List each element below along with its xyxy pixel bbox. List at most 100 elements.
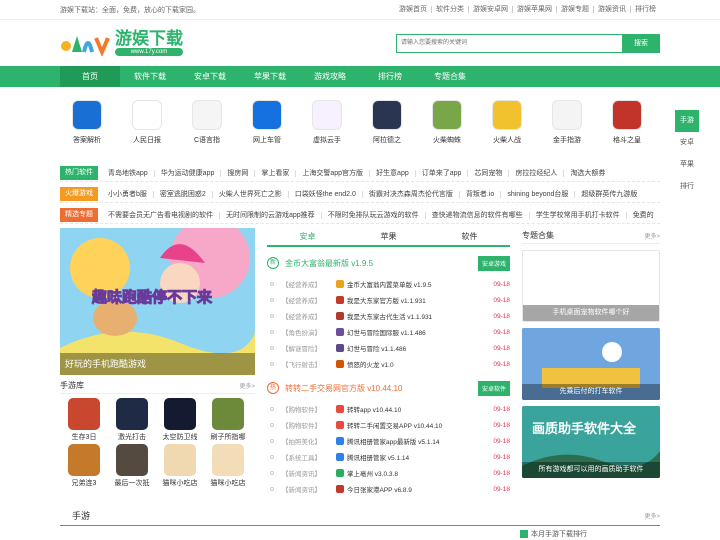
featured-title[interactable]: 金币大富翁最新版 v1.9.5 [285,258,373,269]
nav-item[interactable]: 游戏攻略 [300,66,360,87]
tag-link[interactable]: 口袋妖怪the end2.0 [287,190,362,198]
update-row[interactable]: 【飞行射击】 愤怒的火龙 v1.0 09-18 [267,356,510,372]
game-item[interactable]: 太空防卫线 [156,398,204,442]
app-item[interactable]: 阿拉德之 [357,97,417,161]
row-name[interactable]: 转转二手闲置交易APP v10.44.10 [347,420,493,430]
tag-link[interactable]: 街霸对决杰森周杰伦代言版 [361,190,459,198]
app-item[interactable]: C语言指 [177,97,237,161]
row-name[interactable]: 掌上亳州 v3.0.3.8 [347,468,493,478]
row-name[interactable]: 转转app v10.44.10 [347,404,493,414]
tag-link[interactable]: 淘选大额券 [563,169,611,177]
topics-more[interactable]: 更多> [644,231,660,240]
search-button[interactable]: 搜索 [622,33,660,53]
game-item[interactable]: 兄弟连3 [60,444,108,488]
app-item[interactable]: 虚拟云手 [297,97,357,161]
row-name[interactable]: 腾讯相册管家 v5.1.14 [347,452,493,462]
app-item[interactable]: 答案解析 [57,97,117,161]
tag-link[interactable]: 密室逃脱困惑2 [152,190,212,198]
game-item[interactable]: 猫咪小吃店 [156,444,204,488]
game-item[interactable]: 猫咪小吃店 [204,444,252,488]
row-name[interactable]: 今日张家港APP v6.8.9 [347,484,493,494]
nav-item[interactable]: 首页 [60,66,120,87]
update-row[interactable]: 【系统工具】 腾讯相册管家 v5.1.14 09-18 [267,449,510,465]
update-row[interactable]: 【经营养成】 我是大东家古代生活 v1.1.931 09-18 [267,308,510,324]
row-name[interactable]: 金币大富翁内置菜单版 v1.9.5 [347,279,493,289]
game-item[interactable]: 激光打击 [108,398,156,442]
tag-link[interactable]: 青岛地铁app [102,170,154,177]
tag-link[interactable]: 订单来了app [414,169,468,177]
tag-link[interactable]: 不需要会员无广告看电视剧的软件 [102,212,219,219]
tag-link[interactable]: 上海交警app官方版 [295,169,369,177]
update-row[interactable]: 【购物软件】 转转二手闲置交易APP v10.44.10 09-18 [267,417,510,433]
mid-tab[interactable]: 软件 [429,228,510,245]
update-row[interactable]: 【角色扮演】 幻世与冒险国际服 v1.1.486 09-18 [267,324,510,340]
top-link[interactable]: 排行榜 [630,6,660,13]
game-item[interactable]: 生存3日 [60,398,108,442]
app-item[interactable]: 火柴人战 [477,97,537,161]
nav-item[interactable]: 安卓下载 [180,66,240,87]
tag-link[interactable]: shining beyond台服 [500,190,574,198]
tag-link[interactable]: 不限时免排队玩云游戏的软件 [320,211,425,219]
update-row[interactable]: 【经营养成】 金币大富翁内置菜单版 v1.9.5 09-18 [267,276,510,292]
topic-card[interactable]: 画质助手软件大全 所有游戏都可以用的画质助手软件 [522,406,660,478]
mobile-games-more[interactable]: 更多> [644,511,660,520]
row-name[interactable]: 幻世与冒险国际服 v1.1.486 [347,327,493,337]
nav-item[interactable]: 苹果下载 [240,66,300,87]
tag-link[interactable]: 芯同宠物 [467,169,508,177]
top-link[interactable]: 游娱专题 [556,6,593,13]
tag-link[interactable]: 搜房网 [220,169,254,177]
row-name[interactable]: 我是大东家古代生活 v1.1.931 [347,311,493,321]
nav-item[interactable]: 软件下载 [120,66,180,87]
category-button[interactable]: 安卓游戏 [477,255,510,271]
search-input[interactable] [396,33,622,53]
tag-link[interactable]: 掌上看家 [254,169,295,177]
banner[interactable]: 趣味跑酷停不下来 好玩的手机跑酷游戏 [60,228,255,375]
update-row[interactable]: 【解谜冒险】 幻世与冒险 v1.1.486 09-18 [267,340,510,356]
update-row[interactable]: 【购物软件】 转转app v10.44.10 09-18 [267,401,510,417]
app-item[interactable]: 格斗之皇 [597,97,657,161]
app-item[interactable]: 人民日报 [117,97,177,161]
tag-link[interactable]: 查快递物流信息的软件有哪些 [424,211,529,219]
tag-link[interactable]: 房拉拉经纪人 [508,169,563,177]
category-button[interactable]: 安卓软件 [477,380,510,396]
row-name[interactable]: 腾讯相册管家app最新版 v5.1.14 [347,436,493,446]
tag-link[interactable]: 无时间限制的云游戏app推荐 [219,211,321,219]
side-tab[interactable]: 手游 [675,110,699,132]
top-link[interactable]: 游娱安卓网 [468,6,512,13]
tag-link[interactable]: 超级群英传九游版 [574,190,643,198]
game-library-more[interactable]: 更多> [239,381,255,390]
mid-tab[interactable]: 安卓 [267,228,348,245]
update-row[interactable]: 【新闻资讯】 掌上亳州 v3.0.3.8 09-18 [267,465,510,481]
tag-link[interactable]: 小小勇者b服 [102,191,153,198]
app-item[interactable]: 金手指游 [537,97,597,161]
top-link[interactable]: 软件分类 [431,6,468,13]
top-link[interactable]: 游娱资讯 [593,6,630,13]
side-tab[interactable]: 苹果 [675,154,699,176]
app-item[interactable]: 火柴蜘蛛 [417,97,477,161]
tag-link[interactable]: 好生意app [369,169,415,177]
topic-card[interactable]: 手机桌面宠物软件哪个好 [522,250,660,322]
game-item[interactable]: 最后一次抵 [108,444,156,488]
tag-link[interactable]: 学生学校常用手机打卡软件 [528,211,626,219]
update-row[interactable]: 【新闻资讯】 今日张家港APP v6.8.9 09-18 [267,481,510,497]
top-link[interactable]: 游娱首页 [395,6,431,13]
update-row[interactable]: 【拍照美化】 腾讯相册管家app最新版 v5.1.14 09-18 [267,433,510,449]
featured-title[interactable]: 转转二手交易网官方版 v10.44.10 [285,383,402,394]
row-name[interactable]: 愤怒的火龙 v1.0 [347,359,493,369]
top-link[interactable]: 游娱苹果网 [512,6,556,13]
app-item[interactable]: 网上车管 [237,97,297,161]
side-tab[interactable]: 安卓 [675,132,699,154]
mid-tab[interactable]: 苹果 [348,228,429,245]
topic-card[interactable]: 先乘后付的打车软件 [522,328,660,400]
nav-item[interactable]: 排行榜 [360,66,420,87]
tag-link[interactable]: 背叛者.io [458,190,500,198]
side-tab[interactable]: 排行 [675,176,699,198]
tag-link[interactable]: 华为运动健康app [153,169,221,177]
tag-link[interactable]: 免费的 [625,211,660,219]
game-item[interactable]: 刷子所指哪 [204,398,252,442]
row-name[interactable]: 幻世与冒险 v1.1.486 [347,343,493,353]
tag-link[interactable]: 火柴人世界死亡之影 [211,190,288,198]
site-logo[interactable]: 游娱下载 www.17y.com [60,30,183,56]
update-row[interactable]: 【经营养成】 我是大东家官方版 v1.1.931 09-18 [267,292,510,308]
nav-item[interactable]: 专题合集 [420,66,480,87]
